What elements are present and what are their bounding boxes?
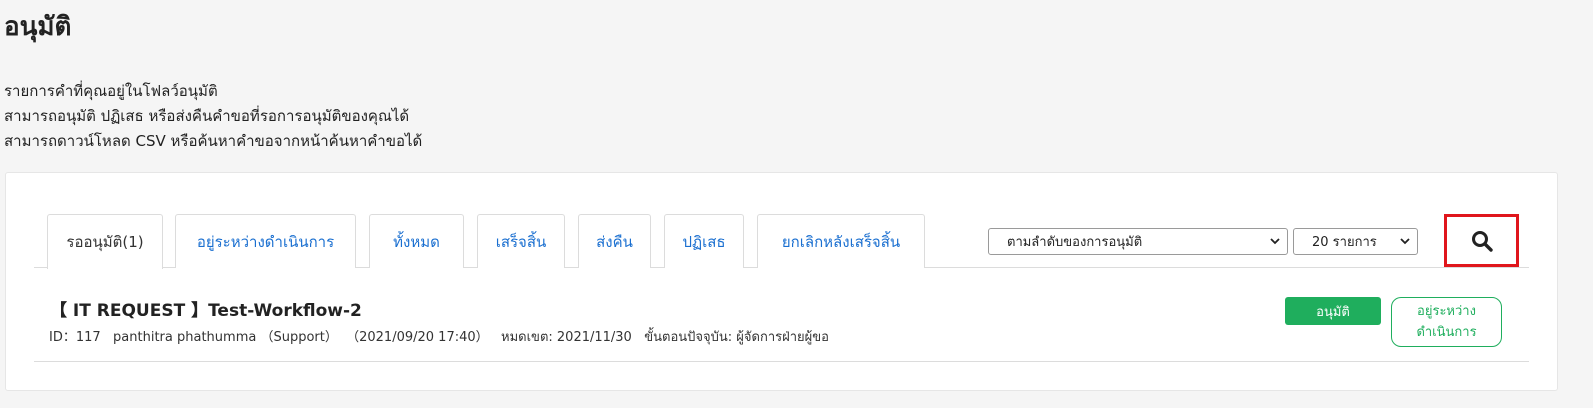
tab-rejected[interactable]: ปฏิเสธ <box>664 214 744 268</box>
search-button[interactable] <box>1444 214 1519 267</box>
page-description: รายการคำที่คุณอยู่ในโฟลว์อนุมัติ สามารถอ… <box>4 79 422 154</box>
description-line-2: สามารถอนุมัติ ปฏิเสธ หรือส่งคืนคำขอที่รอ… <box>4 107 410 125</box>
tab-completed[interactable]: เสร็จสิ้น <box>477 214 565 268</box>
sort-select-value: ตามลำดับของการอนุมัติ <box>1007 235 1143 250</box>
row-divider <box>34 361 1529 362</box>
chevron-down-icon <box>1400 238 1410 245</box>
per-page-select-value: 20 รายการ <box>1312 235 1377 250</box>
approval-page: อนุมัติ รายการคำที่คุณอยู่ในโฟลว์อนุมัติ… <box>0 0 1593 408</box>
description-line-3: สามารถดาวน์โหลด CSV หรือค้นหาคำขอจากหน้า… <box>4 132 423 150</box>
tab-in-progress[interactable]: อยู่ระหว่างดำเนินการ <box>175 214 356 268</box>
status-badge: อยู่ระหว่าง ดำเนินการ <box>1391 297 1502 347</box>
status-line-1: อยู่ระหว่าง <box>1417 304 1476 319</box>
tab-all[interactable]: ทั้งหมด <box>369 214 464 268</box>
tab-returned[interactable]: ส่งคืน <box>578 214 651 268</box>
request-title[interactable]: 【 IT REQUEST 】Test-Workflow-2 <box>50 296 362 321</box>
approve-button[interactable]: อนุมัติ <box>1285 297 1381 325</box>
approval-list-card: รออนุมัติ(1) อยู่ระหว่างดำเนินการ ทั้งหม… <box>5 172 1558 391</box>
sort-select[interactable]: ตามลำดับของการอนุมัติ <box>988 228 1288 255</box>
per-page-select[interactable]: 20 รายการ <box>1293 228 1418 255</box>
description-line-1: รายการคำที่คุณอยู่ในโฟลว์อนุมัติ <box>4 82 218 100</box>
search-icon <box>1471 230 1493 252</box>
tab-cancelled-after-complete[interactable]: ยกเลิกหลังเสร็จสิ้น <box>757 214 925 268</box>
tab-pending[interactable]: รออนุมัติ(1) <box>47 214 163 269</box>
chevron-down-icon <box>1270 238 1280 245</box>
request-meta: ID：117 panthitra phathumma （Support） （20… <box>49 330 829 345</box>
page-title: อนุมัติ <box>4 12 72 42</box>
status-line-2: ดำเนินการ <box>1416 325 1477 340</box>
